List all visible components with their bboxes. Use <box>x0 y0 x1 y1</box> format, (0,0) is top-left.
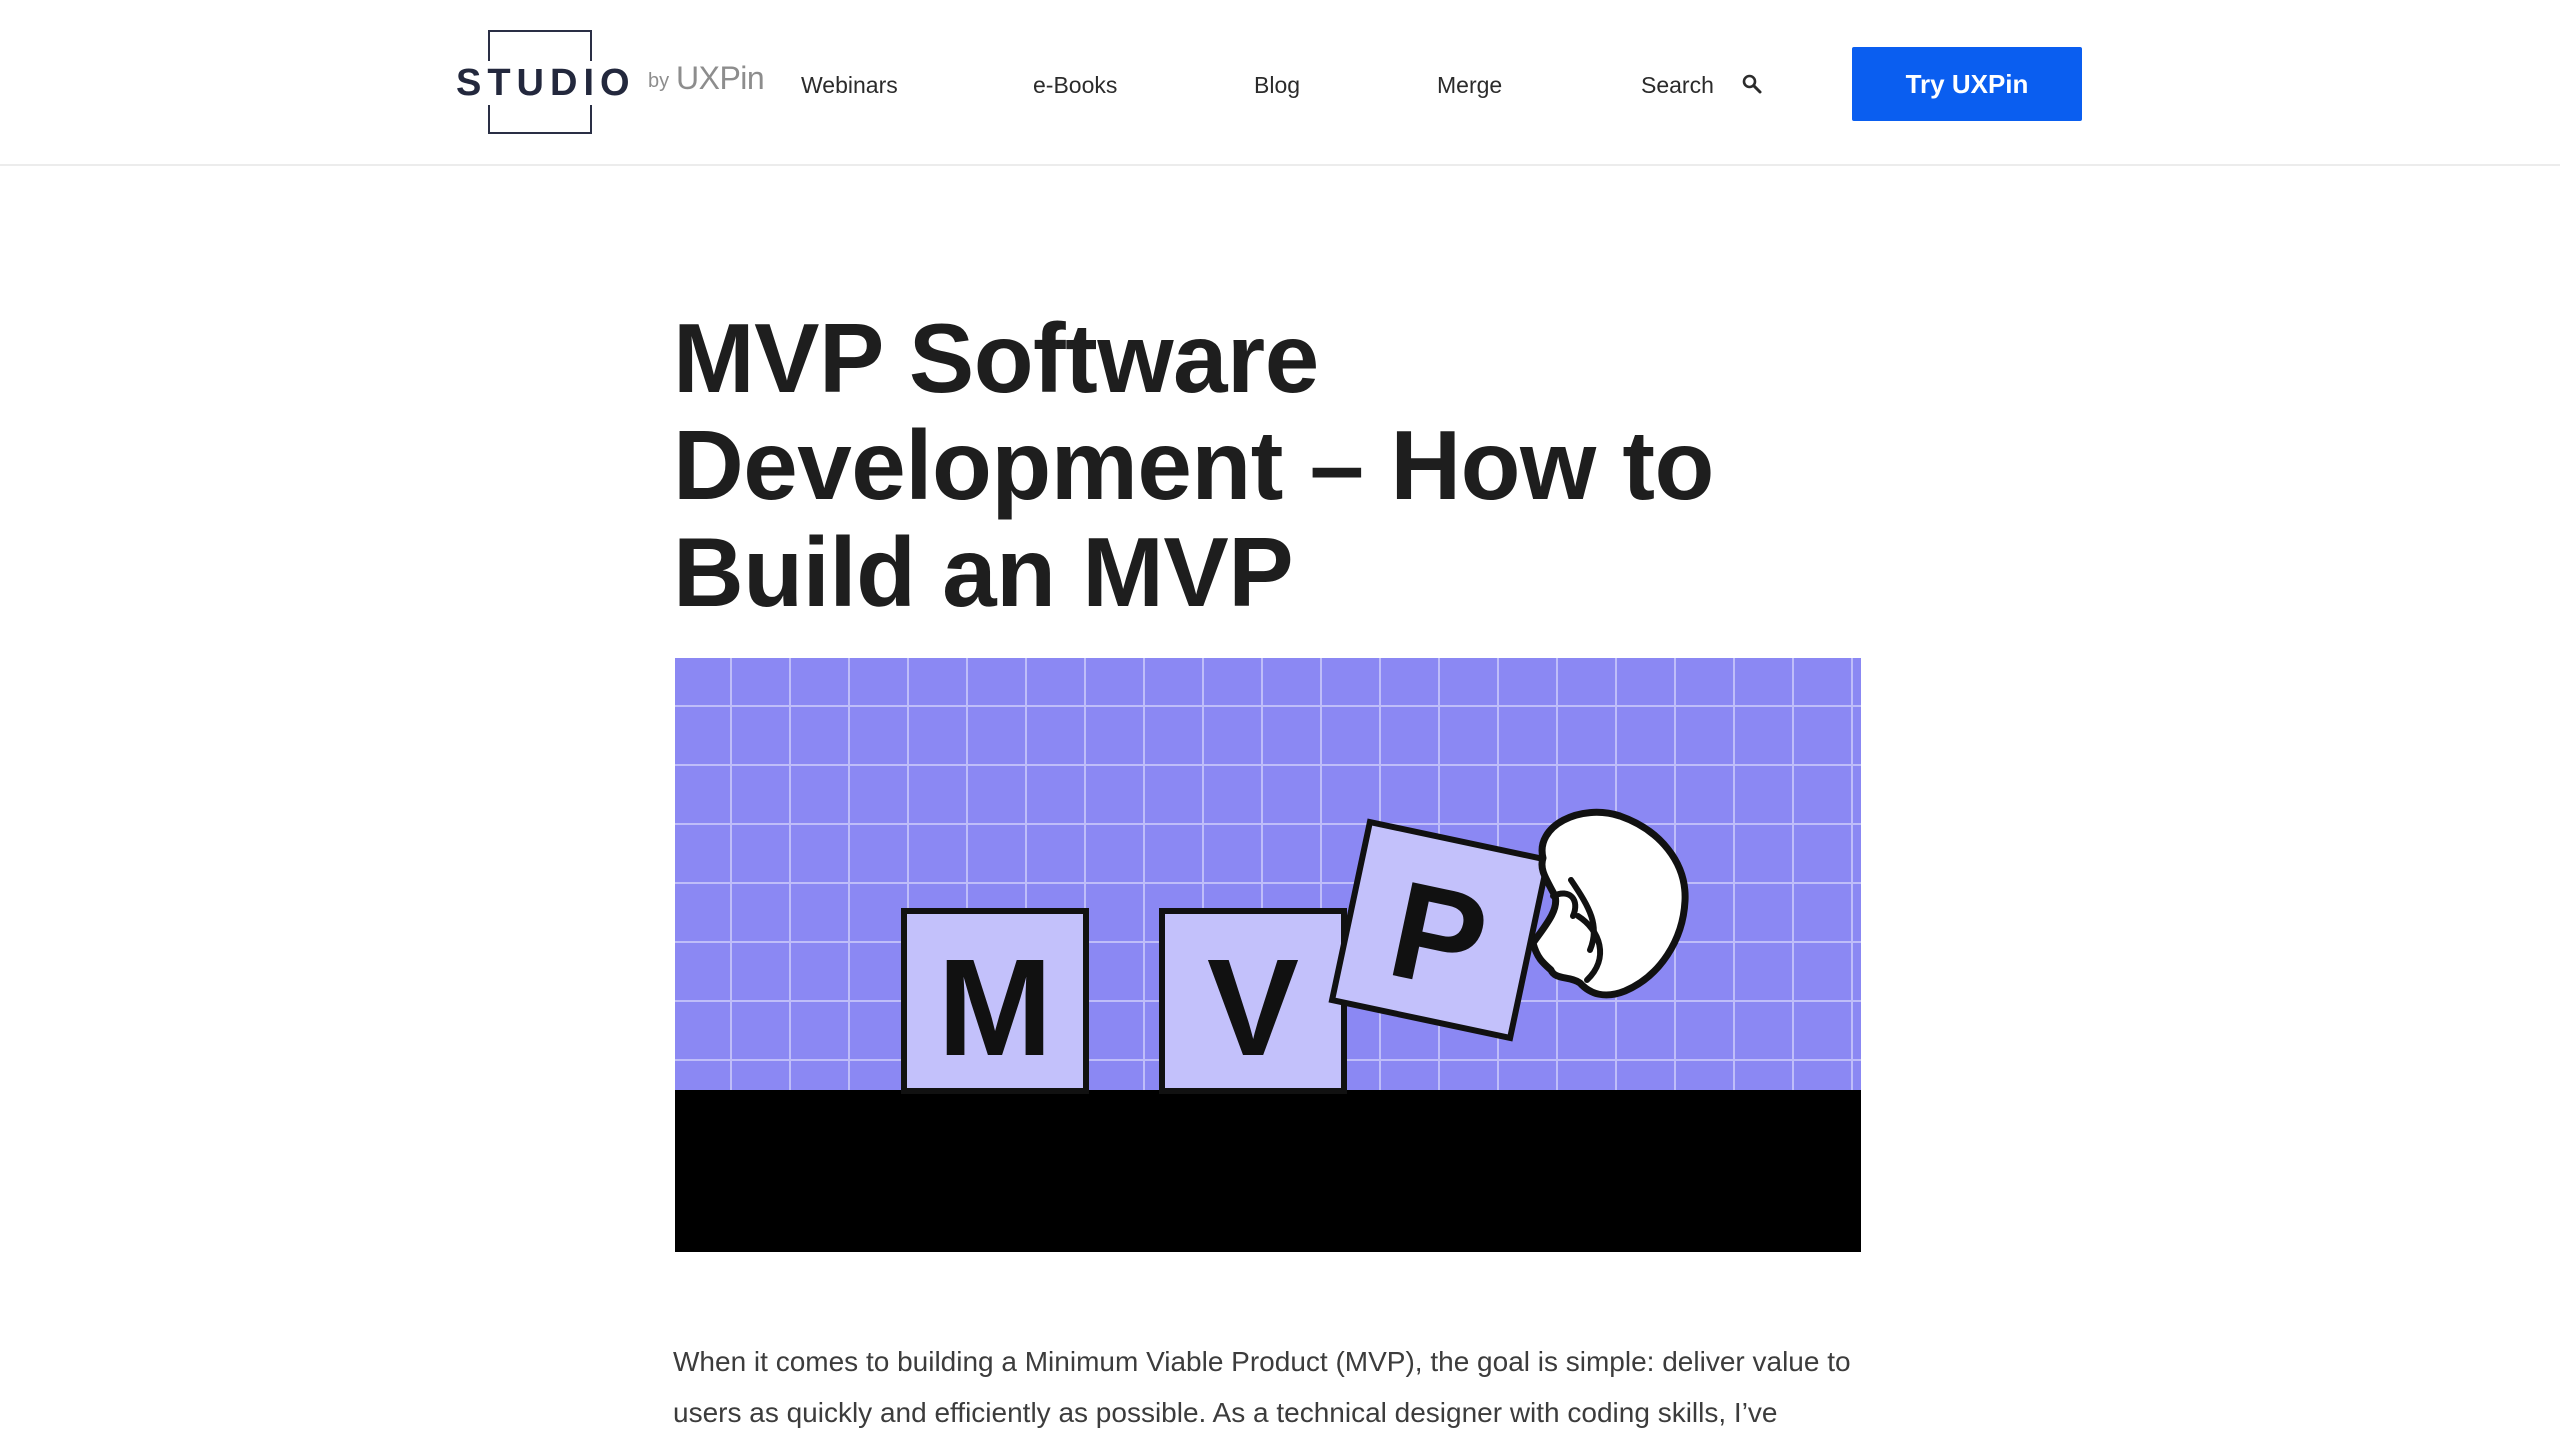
try-uxpin-button[interactable]: Try UXPin <box>1852 47 2082 121</box>
logo-brand: UXPin <box>676 60 765 96</box>
nav-blog[interactable]: Blog <box>1254 70 1300 100</box>
studio-logo[interactable]: STUDIO by UXPin <box>452 30 765 138</box>
tile-v-letter: V <box>1207 931 1299 1085</box>
logo-wordmark: STUDIO <box>452 61 640 105</box>
nav-merge[interactable]: Merge <box>1437 70 1502 100</box>
tile-v: V <box>1159 908 1347 1094</box>
nav-webinars[interactable]: Webinars <box>801 70 898 100</box>
hand-icon <box>1529 808 1689 999</box>
article-intro: When it comes to building a Minimum Viab… <box>673 1346 1851 1428</box>
tile-m-letter: M <box>938 931 1053 1085</box>
magnifier-icon[interactable] <box>1740 72 1764 96</box>
site-header: STUDIO by UXPin Webinars e-Books Blog Me… <box>0 0 2560 166</box>
article-title: MVP Software Development – How to Build … <box>673 303 1714 627</box>
tile-m: M <box>901 908 1089 1094</box>
tile-p: P <box>1328 818 1552 1042</box>
nav-search[interactable]: Search <box>1641 70 1714 100</box>
nav-ebooks[interactable]: e-Books <box>1033 70 1117 100</box>
hero-illustration: M V P <box>675 658 1861 1252</box>
logo-by: by <box>648 70 670 92</box>
